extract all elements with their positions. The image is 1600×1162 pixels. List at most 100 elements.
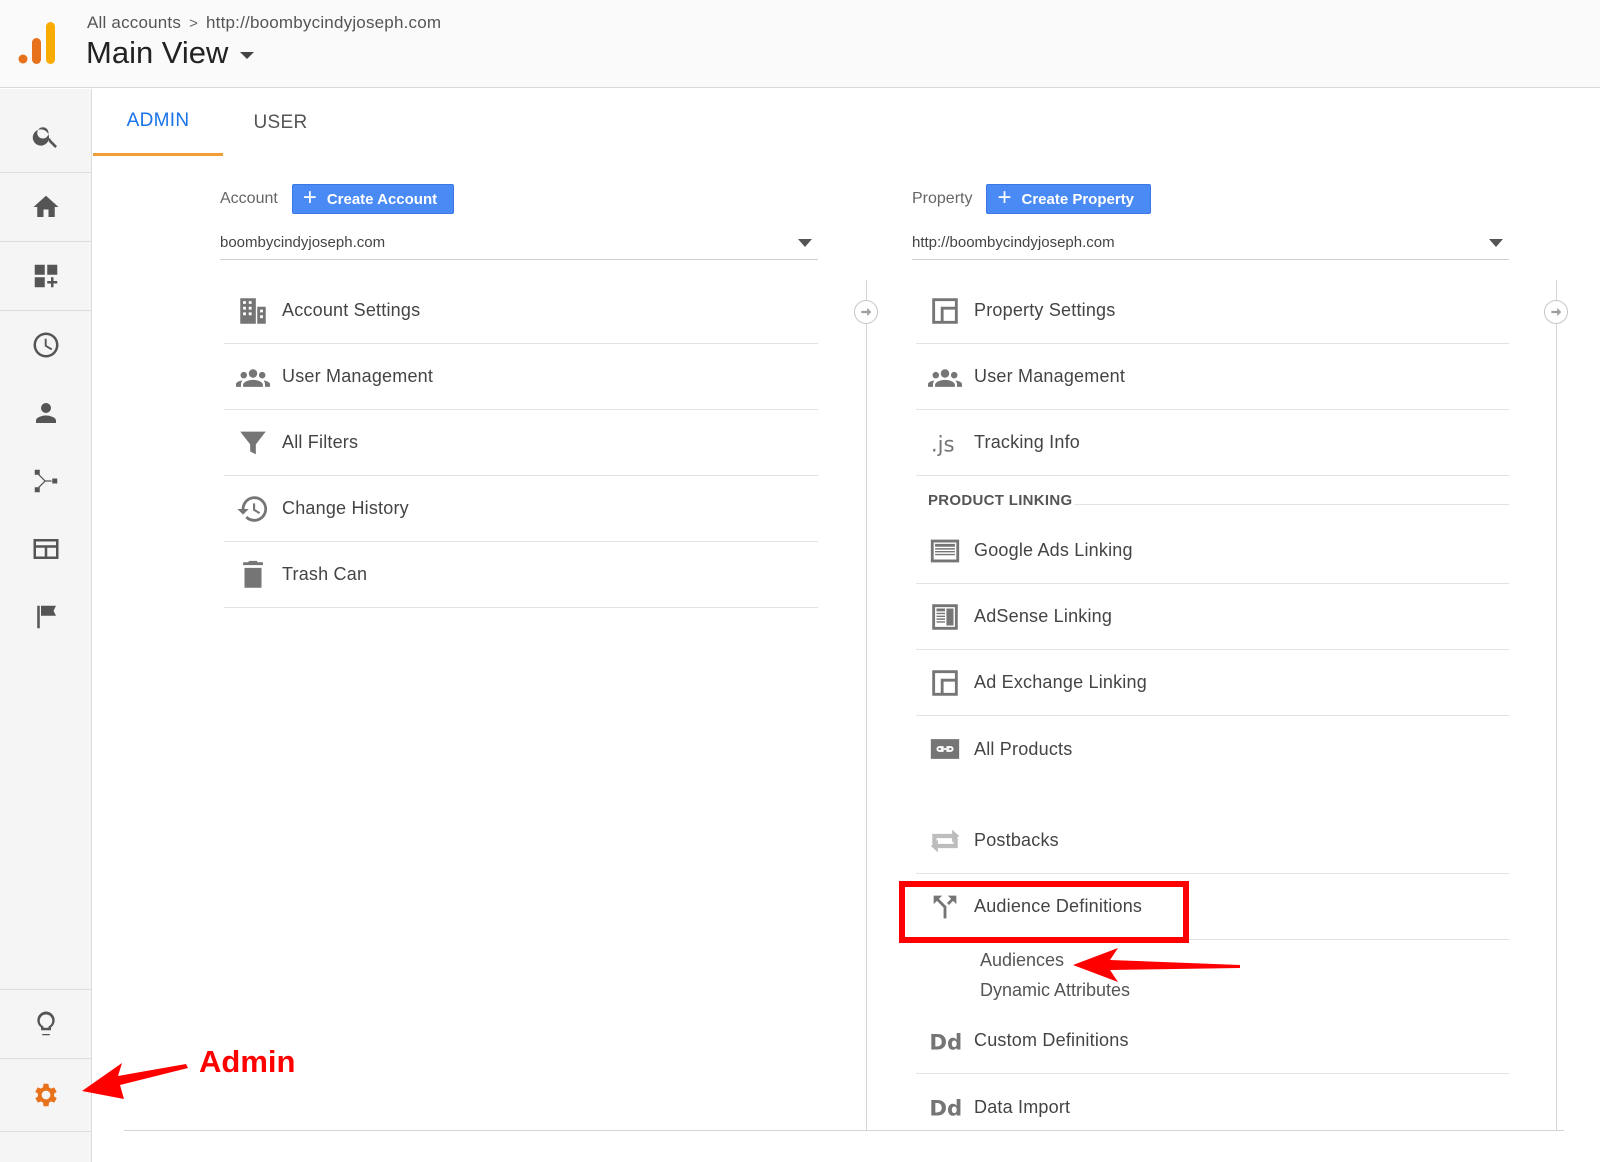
lightbulb-icon: [36, 1011, 55, 1036]
account-header: Account + Create Account: [220, 182, 818, 216]
audiences-link[interactable]: Audiences: [980, 950, 1064, 971]
adsense-linking-item[interactable]: AdSense Linking: [916, 584, 1509, 650]
account-selected: boombycindyjoseph.com: [220, 234, 386, 251]
trash-can-label: Trash Can: [282, 564, 368, 584]
nav-realtime[interactable]: [0, 311, 91, 379]
column-divider: [1556, 280, 1557, 1130]
nav-acquisition[interactable]: [0, 447, 91, 515]
highlight-audience-definitions: [899, 881, 1189, 943]
property-header: Property + Create Property: [912, 182, 1509, 216]
google-ads-linking-item[interactable]: Google Ads Linking: [916, 518, 1509, 584]
property-user-management-item[interactable]: User Management: [916, 344, 1509, 410]
window-icon: [932, 669, 958, 696]
arrow-right-icon: [854, 300, 878, 324]
admin-tabs: ADMIN USER: [93, 89, 338, 156]
dashboard-add-icon: [34, 264, 57, 288]
tracking-info-label: Tracking Info: [974, 432, 1080, 452]
breadcrumb-chevron-icon: >: [189, 14, 199, 32]
people-icon: [236, 368, 270, 387]
account-user-management-label: User Management: [282, 366, 434, 386]
adsense-linking-label: AdSense Linking: [974, 606, 1113, 626]
custom-definitions-item[interactable]: Dd Custom Definitions: [916, 1008, 1509, 1074]
plus-icon: +: [997, 184, 1012, 211]
data-import-label: Data Import: [974, 1096, 1071, 1117]
all-products-item[interactable]: All Products: [916, 716, 1509, 782]
flag-icon: [36, 605, 56, 629]
nav-audience[interactable]: [0, 379, 91, 447]
caret-down-icon: [1489, 238, 1503, 247]
tracking-info-item[interactable]: .js Tracking Info: [916, 410, 1509, 476]
property-label: Property: [912, 190, 973, 207]
window-icon: [932, 297, 958, 324]
change-history-label: Change History: [282, 498, 409, 518]
property-selector[interactable]: http://boombycindyjoseph.com: [912, 226, 1509, 260]
plus-icon: +: [302, 184, 317, 211]
dynamic-attributes-link[interactable]: Dynamic Attributes: [980, 980, 1130, 1001]
column-divider: [866, 280, 867, 1130]
nav-home[interactable]: [0, 173, 91, 241]
breadcrumb-property[interactable]: http://boombycindyjoseph.com: [206, 13, 441, 33]
account-settings-item[interactable]: Account Settings: [224, 278, 818, 344]
nav-admin[interactable]: [0, 1059, 91, 1131]
all-filters-item[interactable]: All Filters: [224, 410, 818, 476]
breadcrumb: All accounts > http://boombycindyjoseph.…: [87, 13, 441, 33]
bottom-divider: [124, 1130, 1564, 1131]
dd-icon: Dd: [929, 1097, 962, 1122]
postbacks-item[interactable]: Postbacks: [916, 808, 1509, 874]
section-divider: [1074, 504, 1509, 505]
account-user-management-item[interactable]: User Management: [224, 344, 818, 410]
arrow-right-icon: [1544, 300, 1568, 324]
filter-icon: [240, 431, 266, 454]
people-icon: [928, 368, 962, 387]
postbacks-icon: [930, 829, 960, 852]
nav-behavior[interactable]: [0, 515, 91, 583]
product-linking-heading: PRODUCT LINKING: [928, 492, 1073, 509]
all-products-label: All Products: [974, 738, 1073, 759]
home-icon: [33, 195, 58, 217]
create-account-label: Create Account: [326, 190, 438, 208]
nav-discover[interactable]: [0, 990, 91, 1058]
breadcrumb-all-accounts[interactable]: All accounts: [87, 13, 181, 33]
nav-customization[interactable]: [0, 242, 91, 310]
trash-icon: [243, 560, 263, 588]
admin-annotation-label: Admin: [199, 1044, 296, 1079]
create-property-button[interactable]: + Create Property: [986, 184, 1152, 214]
history-icon: [237, 495, 268, 522]
person-icon: [35, 403, 56, 423]
svg-text:.js: .js: [931, 432, 955, 457]
clock-icon: [33, 332, 58, 358]
google-ads-linking-label: Google Ads Linking: [974, 540, 1133, 560]
property-selected: http://boombycindyjoseph.com: [912, 234, 1115, 251]
behavior-icon: [33, 539, 58, 559]
nav-search[interactable]: [0, 99, 91, 173]
change-history-item[interactable]: Change History: [224, 476, 818, 542]
view-title: Main View: [86, 35, 229, 70]
link-icon: [930, 739, 960, 759]
all-filters-label: All Filters: [282, 432, 359, 452]
ad-exchange-linking-item[interactable]: Ad Exchange Linking: [916, 650, 1509, 716]
caret-down-icon: [240, 51, 255, 59]
view-selector[interactable]: Main View: [86, 35, 255, 71]
property-settings-label: Property Settings: [974, 300, 1116, 320]
app-header: All accounts > http://boombycindyjoseph.…: [0, 0, 1600, 88]
tab-user[interactable]: USER: [223, 89, 338, 156]
create-account-button[interactable]: + Create Account: [291, 184, 455, 214]
acquisition-icon: [34, 469, 57, 493]
analytics-logo-icon[interactable]: [18, 22, 58, 64]
arrow-to-audiences: [1073, 948, 1240, 982]
custom-definitions-label: Custom Definitions: [974, 1030, 1129, 1050]
dd-icon: Dd: [929, 1030, 962, 1055]
tab-admin[interactable]: ADMIN: [93, 89, 223, 156]
account-label: Account: [220, 190, 278, 207]
create-property-label: Create Property: [1021, 190, 1135, 208]
nav-conversions[interactable]: [0, 583, 91, 651]
svg-text:Dd: Dd: [929, 1097, 962, 1122]
svg-text:Dd: Dd: [929, 1030, 962, 1055]
account-selector[interactable]: boombycindyjoseph.com: [220, 226, 818, 260]
left-nav-rail: [0, 89, 92, 1162]
trash-can-item[interactable]: Trash Can: [224, 542, 818, 608]
postbacks-label: Postbacks: [974, 830, 1059, 850]
ad-exchange-linking-label: Ad Exchange Linking: [974, 672, 1147, 692]
property-settings-item[interactable]: Property Settings: [916, 278, 1509, 344]
account-settings-label: Account Settings: [282, 300, 421, 320]
